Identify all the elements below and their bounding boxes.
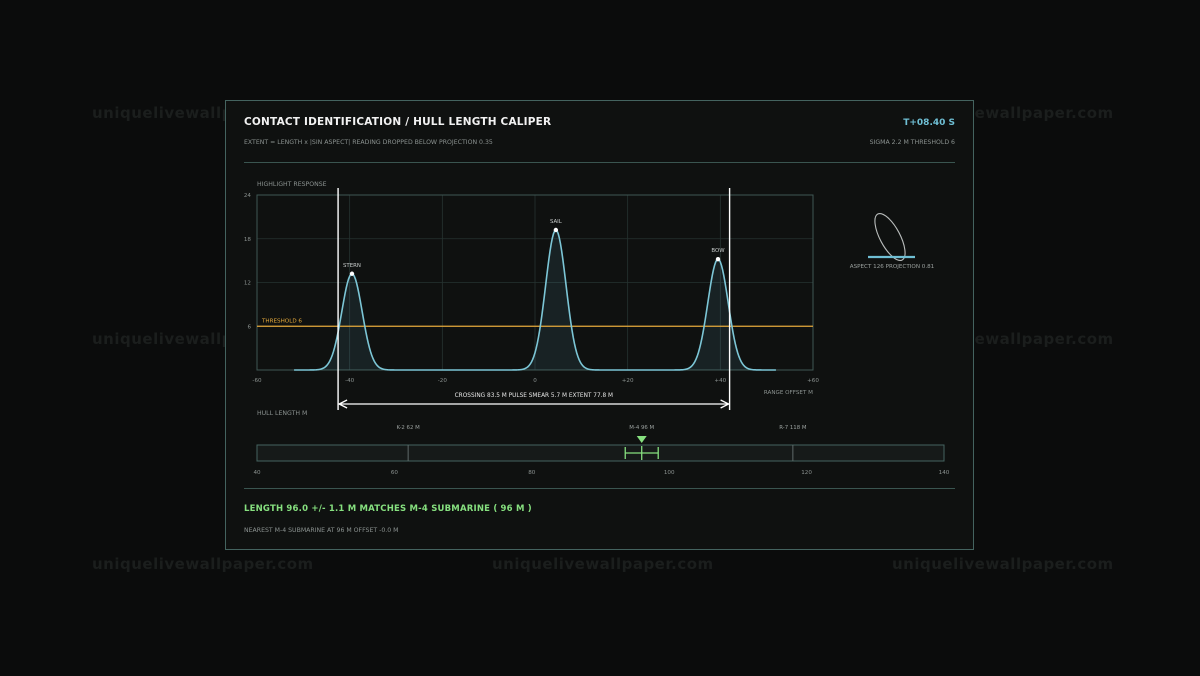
peak-label: SAIL <box>550 219 562 225</box>
chart-area: HIGHLIGHT RESPONSE 24 18 12 6 -60 -40 -20 0 +20… <box>244 181 950 476</box>
x-tick-label: +20 <box>622 378 634 384</box>
hull-tick-label: 100 <box>664 470 675 476</box>
measured-pointer <box>636 436 647 443</box>
x-tick-label: +40 <box>714 378 726 384</box>
hull-tick-label: 120 <box>801 470 812 476</box>
peak-label: BOW <box>711 248 725 254</box>
caliper-dimension-arrow <box>337 399 731 409</box>
peak-marker <box>349 271 355 276</box>
caliper-panel: CONTACT IDENTIFICATION / HULL LENGTH CAL… <box>225 100 974 550</box>
peak-marker <box>715 256 721 262</box>
watermark-text: uniquelivewallpaper.com <box>92 555 314 573</box>
watermark-text: uniquelivewallpaper.com <box>492 555 714 573</box>
x-tick-label: -40 <box>345 378 355 384</box>
hull-tick-label: 40 <box>253 470 261 476</box>
y-tick-label: 6 <box>247 324 251 330</box>
peak-marker <box>553 227 559 233</box>
x-tick-label: -60 <box>252 378 262 384</box>
hull-class-label: M-4 96 M <box>629 425 654 431</box>
match-result: LENGTH 96.0 +/- 1.1 M MATCHES M-4 SUBMAR… <box>244 504 532 514</box>
peak-label: STERN <box>343 263 361 269</box>
divider <box>244 488 955 489</box>
hull-tick-label: 80 <box>528 470 536 476</box>
response-chart-label: HIGHLIGHT RESPONSE <box>257 181 327 188</box>
y-tick-label: 12 <box>244 281 251 287</box>
threshold-label: THRESHOLD 6 <box>261 318 302 324</box>
x-tick-label: -20 <box>438 378 448 384</box>
aspect-readout: ASPECT 126 PROJECTION 0.81 <box>850 264 935 270</box>
hull-class-labels: K-2 62 M M-4 96 M R-7 118 M <box>396 425 806 431</box>
response-y-ticks: 24 18 12 6 <box>244 193 252 330</box>
hull-scale-ticks: 40 60 80 100 120 140 <box>253 470 949 476</box>
hull-length-label: HULL LENGTH M <box>257 410 307 417</box>
x-tick-label: 0 <box>533 378 537 384</box>
aspect-glyph <box>868 213 915 261</box>
watermark-text: uniquelivewallpaper.com <box>892 555 1114 573</box>
x-tick-label: +60 <box>807 378 819 384</box>
nearest-class-note: NEAREST M-4 SUBMARINE AT 96 M OFFSET -0.… <box>244 527 399 534</box>
hull-class-label: K-2 62 M <box>396 425 420 431</box>
hull-tick-label: 140 <box>939 470 950 476</box>
caliper-readout: CROSSING 83.5 M PULSE SMEAR 5.7 M EXTENT… <box>455 393 613 399</box>
hull-tick-label: 60 <box>391 470 399 476</box>
response-x-axis-label: RANGE OFFSET M <box>764 390 813 396</box>
hull-scale-bar <box>256 444 945 462</box>
y-tick-label: 18 <box>244 237 252 243</box>
hull-class-label: R-7 118 M <box>779 425 807 431</box>
y-tick-label: 24 <box>244 193 252 199</box>
